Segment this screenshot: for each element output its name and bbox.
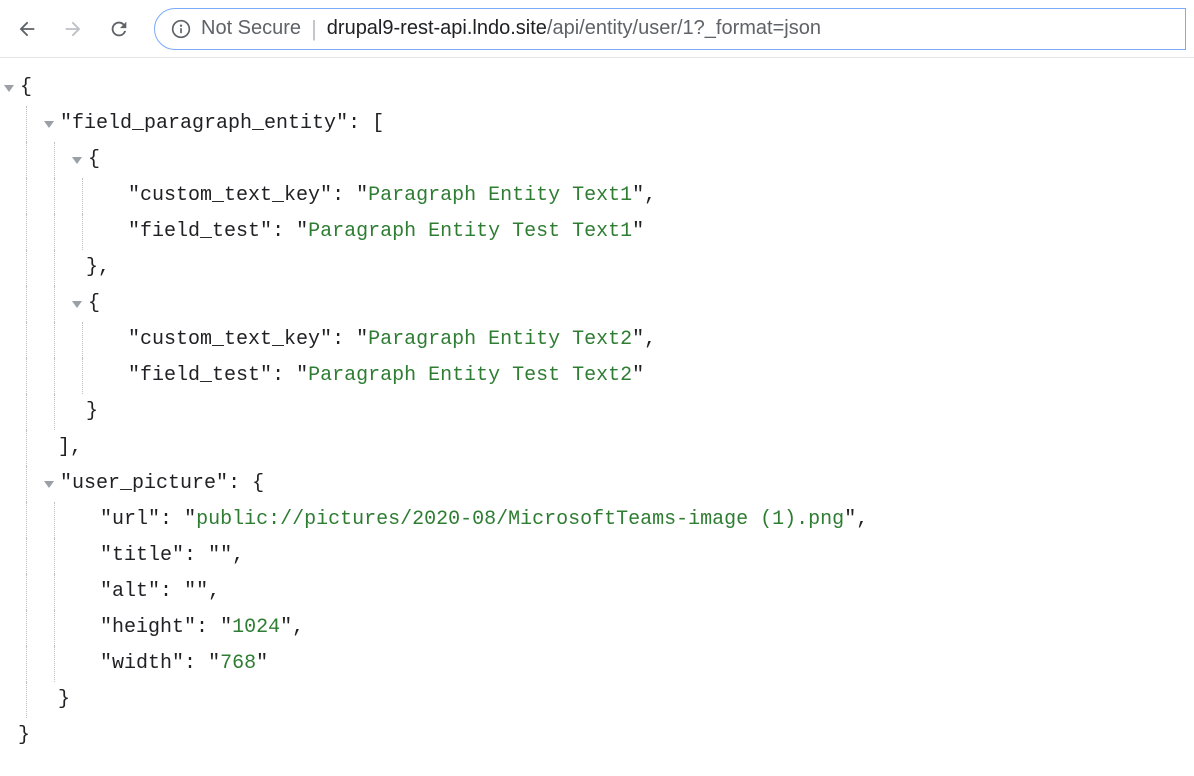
divider: | xyxy=(311,16,317,42)
json-value: Paragraph Entity Test Text2 xyxy=(308,358,632,394)
json-key: user_picture xyxy=(72,466,216,502)
json-value: public://pictures/2020-08/MicrosoftTeams… xyxy=(196,502,844,538)
json-line: } xyxy=(0,718,1194,754)
url-text: drupal9-rest-api.lndo.site/api/entity/us… xyxy=(327,17,821,40)
brace-close: } xyxy=(18,718,30,754)
json-line: "width": "768" xyxy=(0,646,1194,682)
json-line: "field_paragraph_entity": [ xyxy=(0,106,1194,142)
json-value: Paragraph Entity Text1 xyxy=(368,178,632,214)
brace-open: { xyxy=(88,142,100,178)
arrow-left-icon xyxy=(16,18,38,40)
reload-button[interactable] xyxy=(100,10,138,48)
reload-icon xyxy=(108,18,130,40)
json-value: Paragraph Entity Test Text1 xyxy=(308,214,632,250)
json-value: Paragraph Entity Text2 xyxy=(368,322,632,358)
json-key: url xyxy=(112,502,148,538)
json-key: custom_text_key xyxy=(140,322,320,358)
json-line: "custom_text_key": "Paragraph Entity Tex… xyxy=(0,178,1194,214)
json-key: field_test xyxy=(140,358,260,394)
url-host: drupal9-rest-api.lndo.site xyxy=(327,17,547,39)
json-key: field_test xyxy=(140,214,260,250)
back-button[interactable] xyxy=(8,10,46,48)
brace-close: } xyxy=(86,250,98,286)
json-key: width xyxy=(112,646,172,682)
brace-open: { xyxy=(88,286,100,322)
json-line: { xyxy=(0,286,1194,322)
json-key: alt xyxy=(112,574,148,610)
toggle-icon[interactable] xyxy=(40,475,58,493)
json-line: "custom_text_key": "Paragraph Entity Tex… xyxy=(0,322,1194,358)
json-line: "field_test": "Paragraph Entity Test Tex… xyxy=(0,358,1194,394)
url-path: /api/entity/user/1?_format=json xyxy=(547,17,821,39)
json-line: "field_test": "Paragraph Entity Test Tex… xyxy=(0,214,1194,250)
brace-close: } xyxy=(86,394,98,430)
json-line: "height": "1024", xyxy=(0,610,1194,646)
json-line: }, xyxy=(0,250,1194,286)
forward-button[interactable] xyxy=(54,10,92,48)
brace-open: { xyxy=(252,466,264,502)
json-viewer: { "field_paragraph_entity": [ { "custom_… xyxy=(0,58,1194,766)
json-key: height xyxy=(112,610,184,646)
toggle-icon[interactable] xyxy=(40,115,58,133)
json-line: { xyxy=(0,70,1194,106)
json-line: ], xyxy=(0,430,1194,466)
security-status: Not Secure xyxy=(201,17,301,40)
json-line: } xyxy=(0,682,1194,718)
json-value: 768 xyxy=(220,646,256,682)
info-icon[interactable] xyxy=(171,19,191,39)
json-line: "title": "", xyxy=(0,538,1194,574)
toggle-icon[interactable] xyxy=(68,295,86,313)
browser-toolbar: Not Secure | drupal9-rest-api.lndo.site/… xyxy=(0,0,1194,58)
json-line: "alt": "", xyxy=(0,574,1194,610)
arrow-right-icon xyxy=(62,18,84,40)
json-key: field_paragraph_entity xyxy=(72,106,336,142)
bracket-close: ] xyxy=(58,430,70,466)
json-line: "user_picture": { xyxy=(0,466,1194,502)
json-line: { xyxy=(0,142,1194,178)
json-value: 1024 xyxy=(232,610,280,646)
brace-close: } xyxy=(58,682,70,718)
json-line: } xyxy=(0,394,1194,430)
json-key: title xyxy=(112,538,172,574)
brace-open: { xyxy=(20,70,32,106)
json-key: custom_text_key xyxy=(140,178,320,214)
address-bar[interactable]: Not Secure | drupal9-rest-api.lndo.site/… xyxy=(154,8,1186,50)
bracket-open: [ xyxy=(372,106,384,142)
json-line: "url": "public://pictures/2020-08/Micros… xyxy=(0,502,1194,538)
toggle-icon[interactable] xyxy=(0,79,18,97)
toggle-icon[interactable] xyxy=(68,151,86,169)
